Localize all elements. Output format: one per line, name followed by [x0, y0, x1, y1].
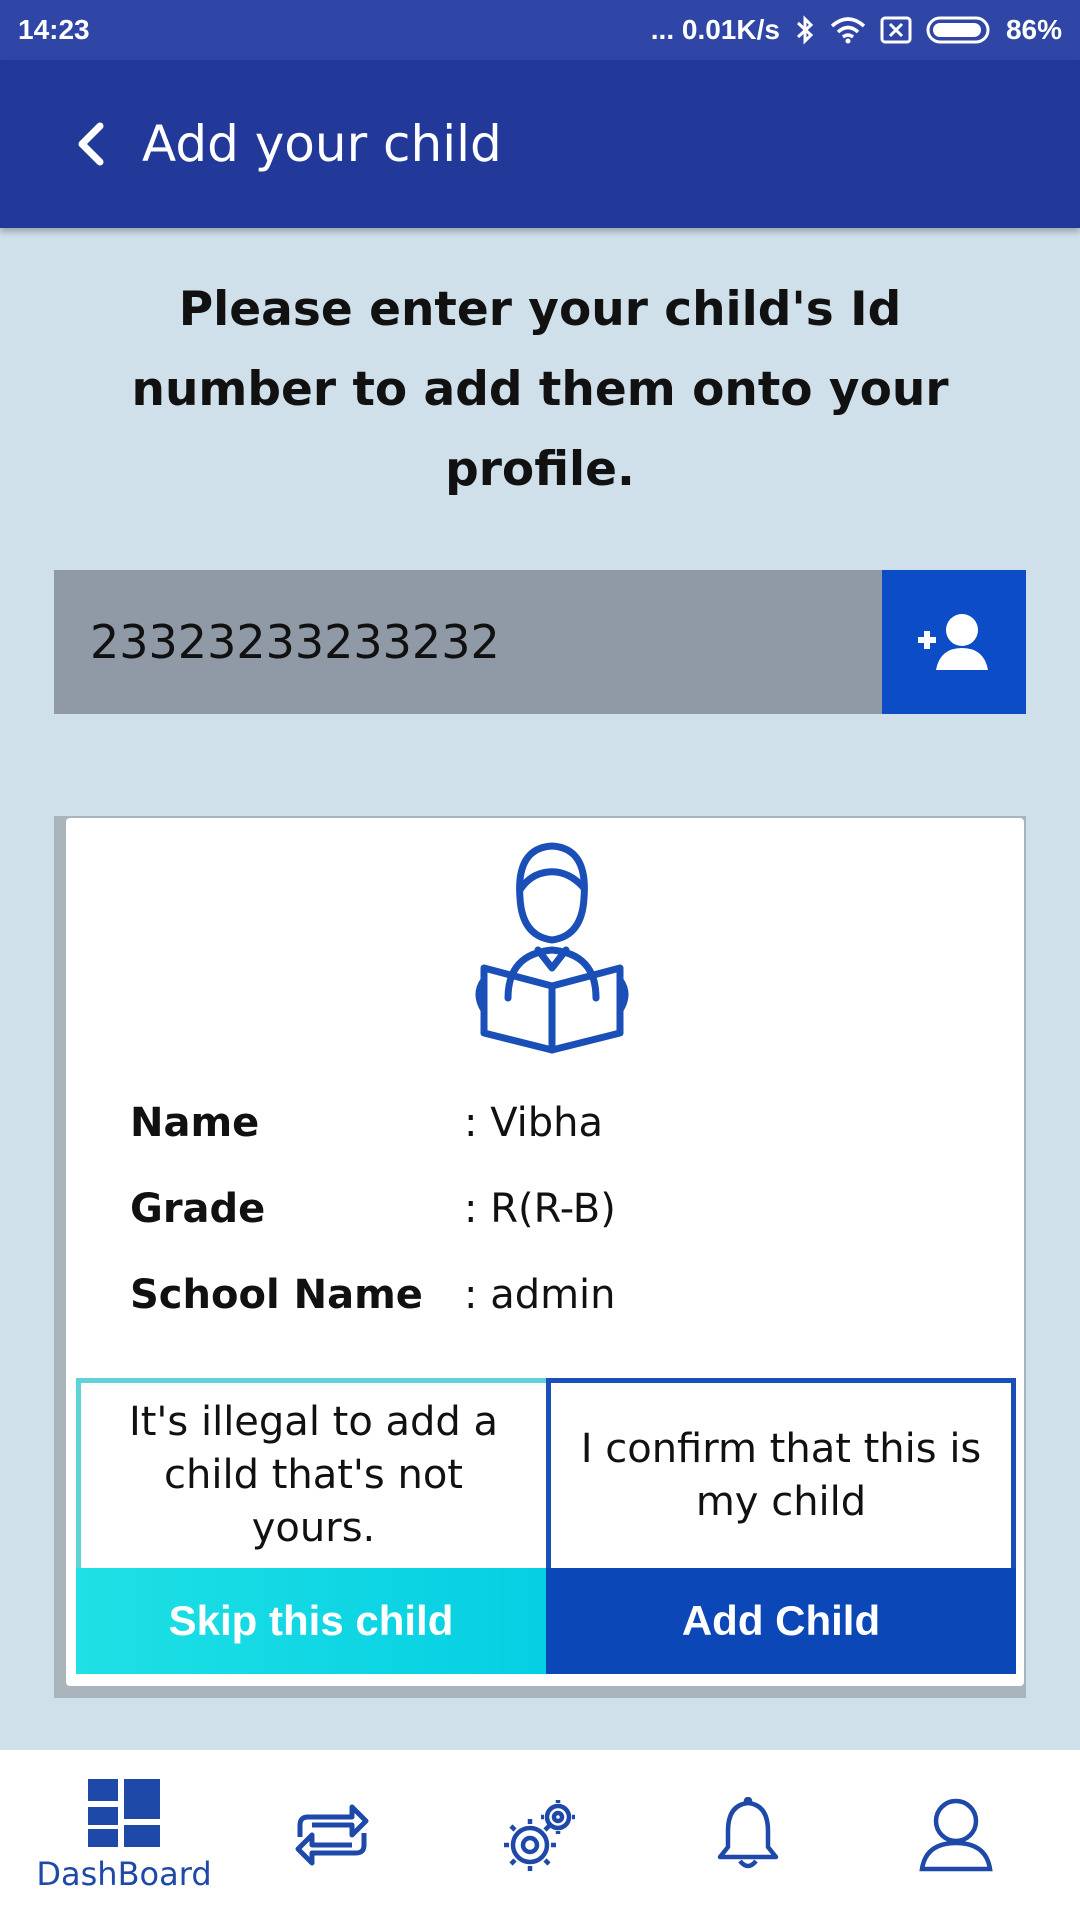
grade-label: Grade — [130, 1186, 266, 1232]
skip-child-button[interactable]: Skip this child — [76, 1568, 546, 1674]
add-child-button[interactable]: Add Child — [546, 1568, 1016, 1674]
child-info: Name : Vibha Grade : R(R-B) School Name … — [130, 1080, 990, 1338]
nav-settings[interactable] — [450, 1760, 630, 1910]
network-speed: ... 0.01K/s — [650, 14, 780, 45]
status-time: 14:23 — [18, 14, 90, 45]
name-value: : Vibha — [464, 1100, 604, 1146]
illegal-notice: It's illegal to add a child that's not y… — [76, 1378, 546, 1568]
bottom-nav: DashBoard — [0, 1750, 1080, 1920]
dashboard-icon — [88, 1779, 160, 1847]
child-id-input[interactable] — [54, 570, 882, 714]
profile-icon — [919, 1798, 993, 1872]
skip-box: It's illegal to add a child that's not y… — [76, 1378, 546, 1674]
settings-icon — [504, 1800, 575, 1871]
student-reading-icon — [472, 828, 632, 1058]
nav-notifications[interactable] — [658, 1760, 838, 1910]
info-row-grade: Grade : R(R-B) — [130, 1166, 990, 1252]
child-id-row — [54, 570, 1026, 714]
chevron-left-icon — [78, 122, 104, 166]
lookup-child-button[interactable] — [882, 570, 1026, 714]
nav-profile[interactable] — [866, 1760, 1046, 1910]
instruction-text: Please enter your child's Id number to a… — [131, 282, 949, 497]
status-bar: 14:23 ... 0.01K/s 86% — [0, 0, 1080, 60]
bell-icon — [717, 1797, 779, 1869]
school-name-value: : admin — [464, 1272, 616, 1318]
confirm-box: I confirm that this is my child Add Chil… — [546, 1378, 1016, 1674]
sim-off-icon — [880, 16, 912, 44]
info-row-name: Name : Vibha — [130, 1080, 990, 1166]
nav-dashboard[interactable]: DashBoard — [34, 1760, 214, 1910]
child-card: Name : Vibha Grade : R(R-B) School Name … — [66, 818, 1024, 1686]
back-button[interactable] — [40, 94, 140, 194]
grade-value: : R(R-B) — [464, 1186, 616, 1232]
school-name-label: School Name — [130, 1272, 423, 1318]
action-boxes: It's illegal to add a child that's not y… — [76, 1378, 1016, 1674]
confirm-notice: I confirm that this is my child — [546, 1378, 1016, 1568]
battery-percent: 86% — [1005, 14, 1062, 45]
name-label: Name — [130, 1100, 260, 1146]
info-row-school: School Name : admin — [130, 1252, 990, 1338]
wifi-icon — [830, 16, 866, 44]
app-bar: Add your child — [0, 60, 1080, 228]
bluetooth-icon — [794, 15, 816, 45]
nav-transfer[interactable] — [242, 1760, 422, 1910]
nav-dashboard-label: DashBoard — [36, 1855, 212, 1893]
page-title: Add your child — [142, 115, 502, 173]
transfer-icon — [295, 1804, 369, 1866]
status-icons: ... 0.01K/s 86% — [651, 14, 1062, 46]
add-user-icon — [918, 614, 988, 670]
battery-icon — [926, 15, 992, 45]
